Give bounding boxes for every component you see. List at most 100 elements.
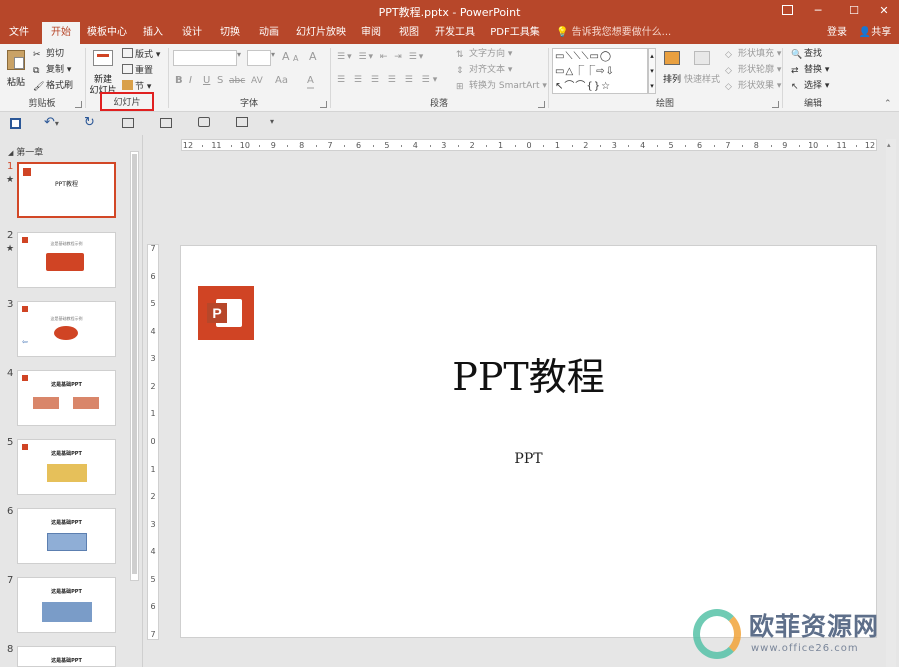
ruler-tick <box>457 145 459 147</box>
layout-button[interactable]: 版式 ▾ <box>122 48 160 61</box>
ppt-logo-icon <box>73 397 99 409</box>
present-online-icon[interactable] <box>236 117 248 127</box>
thumbnail-scrollbar[interactable] <box>130 151 139 581</box>
shapes-scroll[interactable]: ▴ ▾ ▾ <box>648 48 656 94</box>
select-button[interactable]: ↖ 选择 ▾ <box>791 80 829 92</box>
slide-canvas[interactable]: P PPT教程 PPT <box>180 245 877 638</box>
strikethrough-button[interactable]: abc <box>229 75 245 87</box>
slide-thumbnail[interactable]: 这是基础PPT <box>17 577 116 633</box>
tab-view[interactable]: 视图 <box>392 22 426 44</box>
underline-button[interactable]: U <box>203 75 210 87</box>
tab-animations[interactable]: 动画 <box>252 22 286 44</box>
font-name-box[interactable] <box>173 50 237 66</box>
person-icon: 👤 <box>858 27 872 38</box>
tab-pdf[interactable]: PDF工具集 <box>486 22 544 44</box>
cut-button[interactable]: ✂ 剪切 <box>33 48 64 60</box>
share-button[interactable]: 👤共享 <box>855 22 895 44</box>
text-direction-button[interactable]: ⇅ 文字方向 ▾ <box>456 48 512 60</box>
collapse-ribbon-icon[interactable]: ⌃ <box>884 99 892 109</box>
redo-icon[interactable]: ↻ <box>84 115 95 130</box>
arrange-button[interactable]: 排列 <box>659 48 685 94</box>
ruler-label: 5 <box>668 141 674 150</box>
slide-thumbnail[interactable]: 这是基础PPT <box>17 646 116 667</box>
shadow-button[interactable]: S <box>217 75 223 87</box>
new-slide-qat-icon[interactable] <box>160 118 172 128</box>
align-text-button[interactable]: ⇕ 对齐文本 ▾ <box>456 64 512 76</box>
font-size-box[interactable] <box>247 50 271 66</box>
reset-button[interactable]: 重置 <box>122 64 153 77</box>
shrink-font-button[interactable]: A <box>293 53 298 65</box>
format-painter-label: 格式刷 <box>46 81 74 91</box>
scroll-up-icon[interactable]: ▴ <box>887 141 891 149</box>
ruler-label: 3 <box>150 519 156 529</box>
slide-thumbnail[interactable]: 这是基础PPT <box>17 370 116 426</box>
align-buttons[interactable]: ☰ ☰ ☰ ☰ ☰ ☰▾ <box>337 74 440 86</box>
slide-thumbnail[interactable]: PPT教程 <box>17 162 116 218</box>
font-name-dropdown[interactable]: ▾ <box>237 50 245 66</box>
replace-label: 替换 <box>804 65 823 75</box>
font-size-dropdown[interactable]: ▾ <box>271 50 279 66</box>
shapes-gallery[interactable]: ▭⟍⟍⟍▭◯ ▭△⎾⎾⇨⇩ ↖⌒⌒{}☆ <box>552 48 648 94</box>
shape-effects-button[interactable]: ◇ 形状效果 ▾ <box>725 80 781 92</box>
clear-format-button[interactable]: A <box>309 51 317 63</box>
presenter-icon[interactable] <box>198 117 210 127</box>
close-button[interactable]: ✕ <box>866 0 899 22</box>
slide-thumbnail[interactable]: 这是基础PPT <box>17 439 116 495</box>
ruler-label: 1 <box>554 141 560 150</box>
replace-button[interactable]: ⇄ 替换 ▾ <box>791 64 829 76</box>
tell-me-box[interactable]: 💡 告诉我您想要做什么... <box>556 22 671 44</box>
clipboard-launcher[interactable] <box>75 101 82 108</box>
list-buttons[interactable]: ☰▾ ☰▾ ⇤ ⇥ ☰▾ <box>337 51 425 63</box>
save-icon[interactable] <box>10 118 21 129</box>
align-text-label: 对齐文本 <box>469 65 506 75</box>
tab-insert[interactable]: 插入 <box>136 22 170 44</box>
slide-thumbnail[interactable]: 这是基础教程示例 ⇦ <box>17 301 116 357</box>
font-launcher[interactable] <box>320 101 327 108</box>
copy-button[interactable]: ⧉ 复制 ▾ <box>33 64 71 76</box>
format-painter-button[interactable]: 🖌 格式刷 <box>33 80 73 92</box>
tab-home[interactable]: 开始 <box>42 22 80 44</box>
tab-slideshow[interactable]: 幻灯片放映 <box>293 22 349 44</box>
new-slide-button[interactable]: 新建 幻灯片 <box>88 48 118 96</box>
from-beginning-icon[interactable] <box>122 118 134 128</box>
align-text-icon: ⇕ <box>456 66 464 76</box>
slide-subtitle[interactable]: PPT <box>181 451 876 467</box>
scroll-thumb[interactable] <box>132 154 137 574</box>
shape-outline-button[interactable]: ◇ 形状轮廓 ▾ <box>725 64 781 76</box>
slide-thumbnail[interactable]: 这是基础教程示例 <box>17 232 116 288</box>
tab-file[interactable]: 文件 <box>2 22 36 44</box>
ruler-label: 11 <box>211 141 222 150</box>
fill-icon: ◇ <box>725 50 732 60</box>
slide-thumbnail[interactable]: 这是基础PPT <box>17 508 116 564</box>
shape-fill-button[interactable]: ◇ 形状填充 ▾ <box>725 48 781 60</box>
slide-scrollbar[interactable]: ▴ <box>886 139 896 667</box>
tab-developer[interactable]: 开发工具 <box>432 22 478 44</box>
char-spacing-button[interactable]: AV <box>251 75 263 87</box>
customize-qat-icon[interactable]: ▾ <box>270 117 274 126</box>
drawing-launcher[interactable] <box>772 101 779 108</box>
brush-icon: 🖌 <box>33 82 45 92</box>
tab-transitions[interactable]: 切换 <box>213 22 247 44</box>
ruler-label: 8 <box>299 141 305 150</box>
quick-styles-button[interactable]: 快速样式 <box>683 48 721 94</box>
ppt-logo-icon <box>23 168 31 176</box>
slide-title[interactable]: PPT教程 <box>181 346 876 401</box>
paste-button[interactable]: 粘贴 <box>4 48 28 90</box>
find-button[interactable]: 🔍 查找 <box>791 48 822 60</box>
undo-icon[interactable]: ↶▾ <box>44 115 59 130</box>
tab-template[interactable]: 模板中心 <box>84 22 130 44</box>
grow-font-button[interactable]: A <box>282 51 290 63</box>
change-case-button[interactable]: Aa <box>275 75 288 87</box>
italic-button[interactable]: I <box>189 75 192 87</box>
section-header[interactable]: ◢ 第一章 <box>8 145 43 158</box>
tab-review[interactable]: 审阅 <box>354 22 388 44</box>
tab-design[interactable]: 设计 <box>175 22 209 44</box>
thumb-title: 这是基础教程示例 <box>50 241 83 246</box>
bold-button[interactable]: B <box>175 75 183 87</box>
font-color-button[interactable]: A <box>307 75 314 89</box>
signin-link[interactable]: 登录 <box>822 22 852 44</box>
paragraph-launcher[interactable] <box>538 101 545 108</box>
smartart-button[interactable]: ⊞ 转换为 SmartArt ▾ <box>456 80 547 92</box>
minimize-button[interactable]: ─ <box>800 0 836 22</box>
shape-outline-label: 形状轮廓 <box>738 65 775 75</box>
